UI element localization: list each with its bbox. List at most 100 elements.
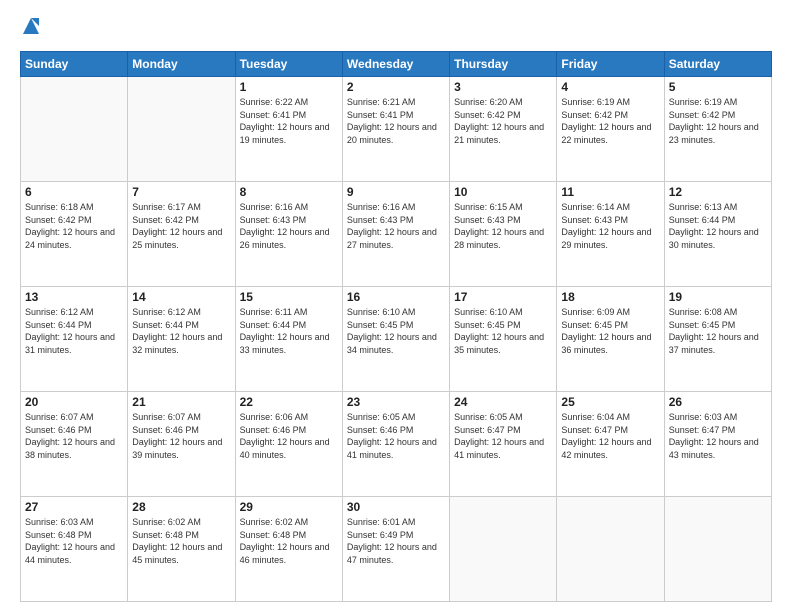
weekday-header-saturday: Saturday [664,52,771,77]
day-info: Sunrise: 6:05 AMSunset: 6:46 PMDaylight:… [347,411,445,461]
calendar-cell: 22 Sunrise: 6:06 AMSunset: 6:46 PMDayligh… [235,392,342,497]
day-number: 10 [454,185,552,199]
weekday-header-sunday: Sunday [21,52,128,77]
calendar-cell: 17 Sunrise: 6:10 AMSunset: 6:45 PMDayligh… [450,287,557,392]
calendar-cell: 21 Sunrise: 6:07 AMSunset: 6:46 PMDayligh… [128,392,235,497]
calendar-cell: 24 Sunrise: 6:05 AMSunset: 6:47 PMDayligh… [450,392,557,497]
calendar-cell [664,497,771,602]
day-info: Sunrise: 6:04 AMSunset: 6:47 PMDaylight:… [561,411,659,461]
day-info: Sunrise: 6:10 AMSunset: 6:45 PMDaylight:… [347,306,445,356]
calendar-cell: 4 Sunrise: 6:19 AMSunset: 6:42 PMDaylight… [557,77,664,182]
day-number: 17 [454,290,552,304]
calendar-cell: 18 Sunrise: 6:09 AMSunset: 6:45 PMDayligh… [557,287,664,392]
calendar-cell: 9 Sunrise: 6:16 AMSunset: 6:43 PMDaylight… [342,182,449,287]
calendar-cell [128,77,235,182]
calendar-cell: 19 Sunrise: 6:08 AMSunset: 6:45 PMDayligh… [664,287,771,392]
day-info: Sunrise: 6:01 AMSunset: 6:49 PMDaylight:… [347,516,445,566]
day-number: 16 [347,290,445,304]
calendar-cell: 30 Sunrise: 6:01 AMSunset: 6:49 PMDayligh… [342,497,449,602]
day-info: Sunrise: 6:03 AMSunset: 6:48 PMDaylight:… [25,516,123,566]
day-number: 30 [347,500,445,514]
calendar-cell: 5 Sunrise: 6:19 AMSunset: 6:42 PMDaylight… [664,77,771,182]
day-number: 9 [347,185,445,199]
day-info: Sunrise: 6:08 AMSunset: 6:45 PMDaylight:… [669,306,767,356]
day-info: Sunrise: 6:15 AMSunset: 6:43 PMDaylight:… [454,201,552,251]
day-number: 3 [454,80,552,94]
calendar-cell: 6 Sunrise: 6:18 AMSunset: 6:42 PMDaylight… [21,182,128,287]
calendar-cell [450,497,557,602]
calendar-cell: 25 Sunrise: 6:04 AMSunset: 6:47 PMDayligh… [557,392,664,497]
calendar-cell: 1Sunrise: 6:22 AMSunset: 6:41 PMDaylight… [235,77,342,182]
calendar-cell: 29 Sunrise: 6:02 AMSunset: 6:48 PMDayligh… [235,497,342,602]
day-number: 24 [454,395,552,409]
day-number: 21 [132,395,230,409]
weekday-header-thursday: Thursday [450,52,557,77]
day-number: 14 [132,290,230,304]
day-info: Sunrise: 6:09 AMSunset: 6:45 PMDaylight:… [561,306,659,356]
calendar-cell: 11 Sunrise: 6:14 AMSunset: 6:43 PMDayligh… [557,182,664,287]
day-info: Sunrise: 6:07 AMSunset: 6:46 PMDaylight:… [132,411,230,461]
day-number: 15 [240,290,338,304]
day-info: Sunrise: 6:02 AMSunset: 6:48 PMDaylight:… [240,516,338,566]
day-number: 1 [240,80,338,94]
day-info: Sunrise: 6:17 AMSunset: 6:42 PMDaylight:… [132,201,230,251]
calendar-cell [557,497,664,602]
day-number: 18 [561,290,659,304]
page: SundayMondayTuesdayWednesdayThursdayFrid… [0,0,792,612]
day-number: 12 [669,185,767,199]
day-info: Sunrise: 6:10 AMSunset: 6:45 PMDaylight:… [454,306,552,356]
day-number: 5 [669,80,767,94]
calendar-table: SundayMondayTuesdayWednesdayThursdayFrid… [20,51,772,602]
day-number: 23 [347,395,445,409]
calendar-cell [21,77,128,182]
day-info: Sunrise: 6:03 AMSunset: 6:47 PMDaylight:… [669,411,767,461]
calendar-cell: 3Sunrise: 6:20 AMSunset: 6:42 PMDaylight… [450,77,557,182]
day-number: 4 [561,80,659,94]
calendar-cell: 8 Sunrise: 6:16 AMSunset: 6:43 PMDaylight… [235,182,342,287]
calendar-cell: 13Sunrise: 6:12 AMSunset: 6:44 PMDayligh… [21,287,128,392]
calendar-cell: 10 Sunrise: 6:15 AMSunset: 6:43 PMDayligh… [450,182,557,287]
day-info: Sunrise: 6:02 AMSunset: 6:48 PMDaylight:… [132,516,230,566]
day-info: Sunrise: 6:14 AMSunset: 6:43 PMDaylight:… [561,201,659,251]
day-number: 11 [561,185,659,199]
calendar-cell: 20 Sunrise: 6:07 AMSunset: 6:46 PMDayligh… [21,392,128,497]
calendar-cell: 27 Sunrise: 6:03 AMSunset: 6:48 PMDayligh… [21,497,128,602]
day-info: Sunrise: 6:19 AMSunset: 6:42 PMDaylight:… [561,96,659,146]
day-info: Sunrise: 6:12 AMSunset: 6:44 PMDaylight:… [132,306,230,356]
day-info: Sunrise: 6:06 AMSunset: 6:46 PMDaylight:… [240,411,338,461]
calendar-cell: 28 Sunrise: 6:02 AMSunset: 6:48 PMDayligh… [128,497,235,602]
weekday-header-wednesday: Wednesday [342,52,449,77]
calendar-cell: 7 Sunrise: 6:17 AMSunset: 6:42 PMDaylight… [128,182,235,287]
day-info: Sunrise: 6:16 AMSunset: 6:43 PMDaylight:… [240,201,338,251]
day-number: 7 [132,185,230,199]
weekday-header-friday: Friday [557,52,664,77]
logo-icon [21,16,41,36]
day-number: 6 [25,185,123,199]
day-info: Sunrise: 6:16 AMSunset: 6:43 PMDaylight:… [347,201,445,251]
day-number: 20 [25,395,123,409]
day-info: Sunrise: 6:12 AMSunset: 6:44 PMDaylight:… [25,306,123,356]
day-number: 19 [669,290,767,304]
calendar-cell: 2 Sunrise: 6:21 AMSunset: 6:41 PMDaylight… [342,77,449,182]
calendar-cell: 15 Sunrise: 6:11 AMSunset: 6:44 PMDayligh… [235,287,342,392]
header [20,16,772,41]
day-info: Sunrise: 6:07 AMSunset: 6:46 PMDaylight:… [25,411,123,461]
weekday-header-monday: Monday [128,52,235,77]
day-info: Sunrise: 6:18 AMSunset: 6:42 PMDaylight:… [25,201,123,251]
day-number: 8 [240,185,338,199]
day-info: Sunrise: 6:21 AMSunset: 6:41 PMDaylight:… [347,96,445,146]
day-info: Sunrise: 6:13 AMSunset: 6:44 PMDaylight:… [669,201,767,251]
calendar-cell: 14 Sunrise: 6:12 AMSunset: 6:44 PMDayligh… [128,287,235,392]
day-number: 28 [132,500,230,514]
day-info: Sunrise: 6:11 AMSunset: 6:44 PMDaylight:… [240,306,338,356]
day-number: 29 [240,500,338,514]
calendar-cell: 16 Sunrise: 6:10 AMSunset: 6:45 PMDayligh… [342,287,449,392]
day-info: Sunrise: 6:05 AMSunset: 6:47 PMDaylight:… [454,411,552,461]
day-number: 27 [25,500,123,514]
calendar-cell: 23 Sunrise: 6:05 AMSunset: 6:46 PMDayligh… [342,392,449,497]
day-number: 26 [669,395,767,409]
day-number: 22 [240,395,338,409]
day-number: 2 [347,80,445,94]
day-info: Sunrise: 6:19 AMSunset: 6:42 PMDaylight:… [669,96,767,146]
day-number: 25 [561,395,659,409]
